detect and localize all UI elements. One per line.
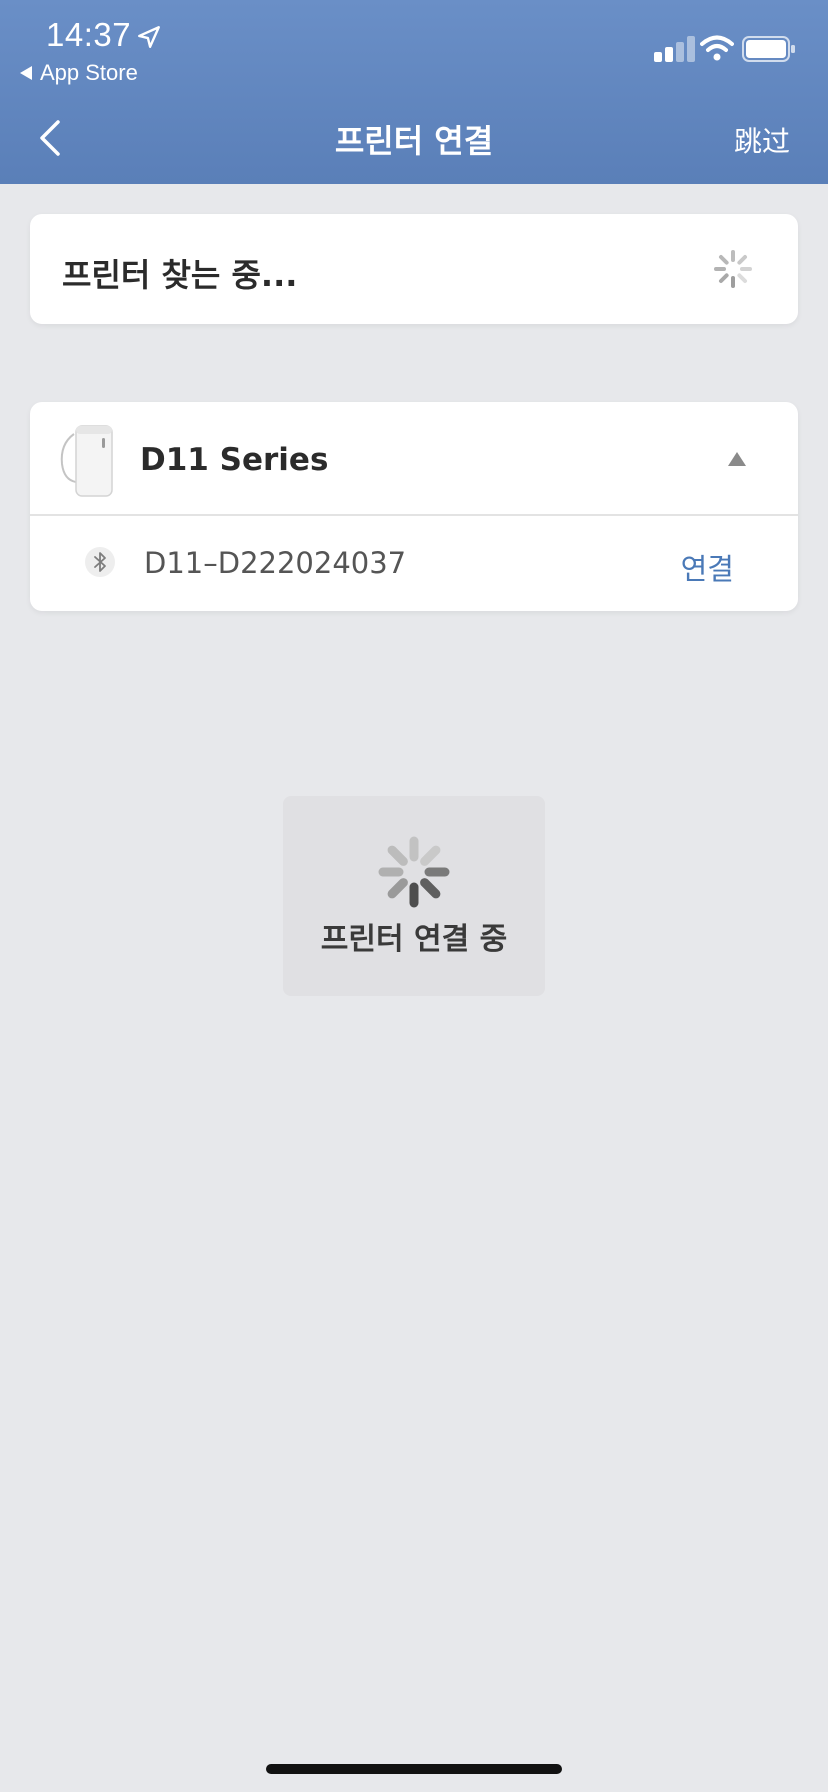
loading-spinner-icon [714, 250, 752, 288]
skip-button[interactable]: 跳过 [734, 120, 790, 160]
collapse-arrow-icon[interactable] [728, 452, 746, 466]
series-name: D11 Series [140, 442, 329, 478]
battery-icon [742, 36, 795, 62]
divider [30, 514, 798, 516]
back-triangle-icon [20, 66, 32, 80]
home-indicator[interactable] [266, 1764, 562, 1774]
bluetooth-icon [85, 547, 115, 577]
page-title: 프린터 연결 [334, 122, 494, 160]
loading-spinner-icon [378, 836, 450, 908]
connect-button[interactable]: 연결 [681, 546, 734, 588]
searching-label: 프린터 찾는 중... [62, 256, 298, 294]
header: 14:37 App Store 프린터 연결 跳过 [0, 0, 828, 184]
wifi-icon [700, 35, 734, 61]
printer-image-icon [60, 425, 113, 497]
back-app-label: App Store [40, 60, 138, 85]
device-group-card: D11 Series D11–D222024037 연결 [30, 402, 798, 611]
status-time: 14:37 [46, 16, 132, 53]
location-arrow-icon [138, 26, 160, 48]
back-to-app-store[interactable]: App Store [20, 60, 138, 86]
connecting-label: 프린터 연결 중 [320, 922, 508, 957]
device-id: D11–D222024037 [144, 546, 407, 580]
connecting-toast: 프린터 연결 중 [283, 796, 545, 996]
searching-card: 프린터 찾는 중... [30, 214, 798, 324]
